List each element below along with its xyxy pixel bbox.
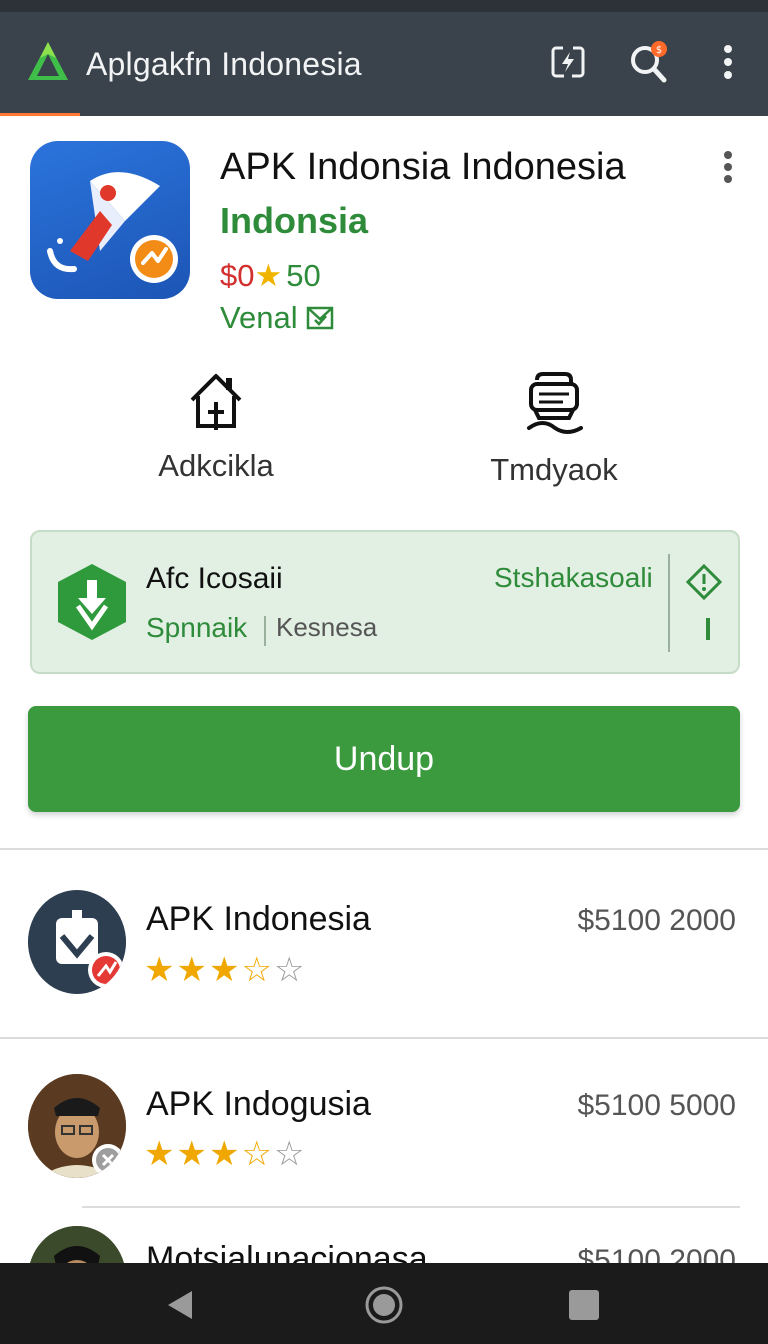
search-icon[interactable]: $ (628, 40, 668, 84)
card-indicator (706, 618, 710, 640)
star-icon: ★ (208, 951, 242, 989)
app-bar: Aplgakfn Indonesia $ (0, 12, 768, 116)
home-circle-icon[interactable] (364, 1285, 404, 1325)
feature-button-0[interactable]: Adkcikla (96, 370, 336, 484)
feature-button-1[interactable]: Tmdyaok (434, 370, 674, 488)
app-price: $0 (220, 258, 255, 293)
card-right-label[interactable]: Stshakasoali (494, 562, 653, 594)
list-divider (0, 1037, 768, 1039)
list-item-title: APK Indonesia (146, 900, 371, 938)
download-hex-icon (58, 564, 126, 640)
star-icon: ★ (208, 1135, 242, 1173)
star-empty-icon: ☆ (273, 951, 307, 989)
status-bar (0, 0, 768, 12)
list-divider (82, 1206, 740, 1208)
app-icon (30, 141, 190, 299)
feature-label: Tmdyaok (490, 452, 618, 487)
tab-indicator (0, 113, 80, 116)
verified-box-icon (306, 306, 334, 330)
list-item-title: APK Indogusia (146, 1085, 371, 1123)
star-icon: ★ (144, 1135, 177, 1173)
star-empty-icon: ☆ (273, 1135, 307, 1173)
install-card[interactable]: Afc Icosaii Spnnaik Kesnesa Stshakasoali (30, 530, 740, 674)
card-title: Afc Icosaii (146, 562, 283, 595)
vendor-label: Venal (220, 300, 298, 335)
star-icon: ★ (144, 951, 177, 989)
diamond-arrow-icon[interactable] (686, 564, 722, 600)
feature-label: Adkcikla (158, 448, 274, 483)
more-options-icon[interactable] (716, 150, 740, 186)
app-rating: 50 (286, 258, 321, 293)
app-subtitle: Indonsia (220, 200, 369, 241)
home-icon (190, 374, 242, 430)
section-divider (0, 848, 768, 850)
system-nav-bar (0, 1263, 768, 1344)
card-separator (264, 616, 266, 646)
rating-stars: ★★★☆☆ (144, 1134, 306, 1174)
list-item-price: $5100 2000 (577, 904, 737, 937)
more-vert-icon[interactable] (708, 40, 748, 84)
rating-stars: ★★★☆☆ (144, 950, 306, 990)
screen-flash-icon[interactable] (548, 40, 588, 84)
back-icon[interactable] (160, 1285, 200, 1325)
triangle-logo-icon (28, 42, 68, 80)
download-badge-icon (28, 890, 126, 994)
document-stack-icon (527, 372, 583, 434)
person-avatar (28, 1074, 126, 1178)
app-bar-title: Aplgakfn Indonesia (86, 46, 362, 82)
app-price-rating: $0★ 50 (220, 258, 321, 294)
star-half-icon: ☆ (241, 951, 274, 989)
primary-action-button[interactable]: Undup (28, 706, 740, 812)
list-item-price: $5100 5000 (577, 1089, 737, 1122)
card-subtext: Kesnesa (276, 612, 378, 642)
card-divider (668, 554, 670, 652)
card-status: Spnnaik (146, 612, 248, 643)
star-icon: ★ (254, 258, 283, 293)
star-icon: ★ (176, 951, 209, 989)
app-vendor[interactable]: Venal (220, 300, 334, 336)
app-name: APK Indonsia Indonesia (220, 146, 626, 188)
star-icon: ★ (176, 1135, 209, 1173)
svg-text:$: $ (656, 45, 662, 56)
recents-icon[interactable] (564, 1285, 604, 1325)
star-half-icon: ☆ (241, 1135, 274, 1173)
